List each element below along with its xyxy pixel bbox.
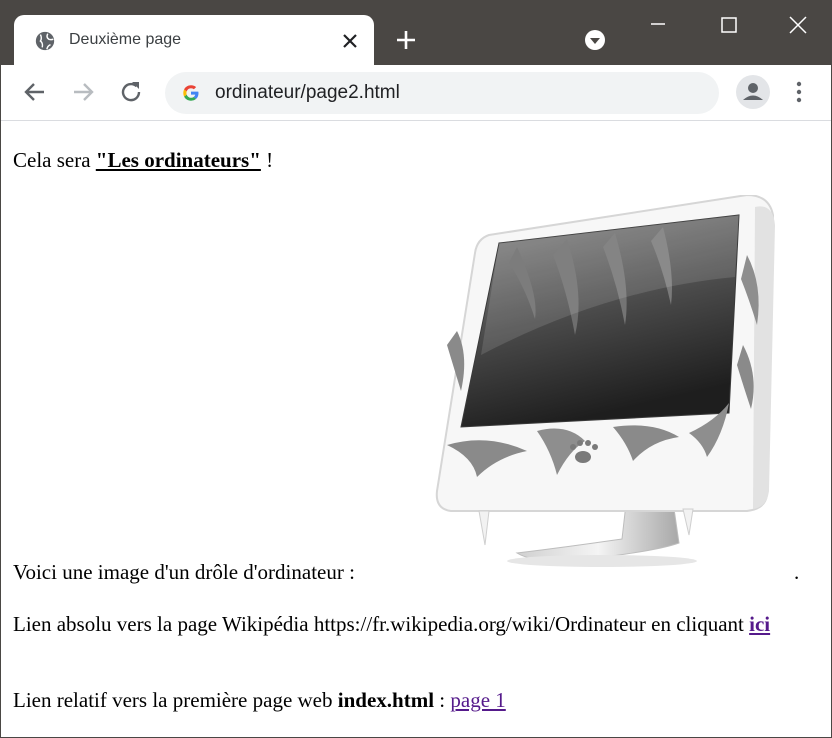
image-paragraph: Voici une image d'un drôle d'ordinateur … <box>13 195 823 585</box>
tab-search-icon[interactable] <box>583 28 607 52</box>
forward-arrow-icon[interactable] <box>69 78 97 106</box>
browser-window: Deuxième page ordinateur/page2.html Cela… <box>0 0 832 738</box>
globe-icon <box>35 31 55 51</box>
minimize-icon[interactable] <box>638 11 678 39</box>
page1-link[interactable]: page 1 <box>450 688 505 712</box>
title-link[interactable]: "Les ordinateurs" <box>96 148 261 172</box>
close-tab-icon[interactable] <box>338 29 362 53</box>
image-caption-end: . <box>794 560 800 584</box>
relative-link-paragraph: Lien relatif vers la première page web i… <box>13 688 506 712</box>
new-tab-icon[interactable] <box>393 27 419 53</box>
reload-icon[interactable] <box>117 78 145 106</box>
tab-title: Deuxième page <box>69 31 182 48</box>
computer-illustration <box>435 195 775 567</box>
more-menu-icon[interactable] <box>787 79 811 105</box>
person-icon <box>743 83 763 100</box>
maximize-icon[interactable] <box>709 11 749 39</box>
browser-toolbar: ordinateur/page2.html <box>1 65 831 121</box>
close-window-icon[interactable] <box>778 11 818 39</box>
tab-strip: Deuxième page <box>1 1 831 67</box>
back-arrow-icon[interactable] <box>21 78 49 106</box>
google-icon <box>183 85 199 101</box>
absolute-link-paragraph: Lien absolu vers la page Wikipédia https… <box>13 612 771 636</box>
filename-text: index.html <box>337 688 435 712</box>
profile-avatar[interactable] <box>736 75 770 109</box>
image-caption: Voici une image d'un drôle d'ordinateur … <box>13 560 355 584</box>
intro-paragraph: Cela sera "Les ordinateurs" ! <box>13 148 274 172</box>
address-bar[interactable]: ordinateur/page2.html <box>165 72 719 114</box>
active-tab[interactable]: Deuxième page <box>14 15 374 67</box>
wikipedia-link[interactable]: ici <box>749 612 770 636</box>
url-text: ordinateur/page2.html <box>215 82 400 103</box>
